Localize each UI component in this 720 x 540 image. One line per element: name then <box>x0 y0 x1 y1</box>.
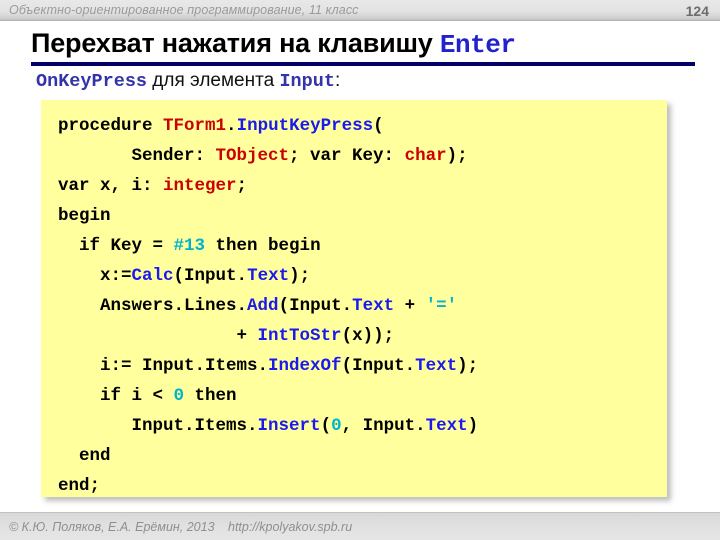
code-token-plain: x:= <box>100 266 132 286</box>
code-token-plain: (Input. <box>341 356 416 376</box>
code-token-fn: IndexOf <box>268 356 342 376</box>
code-token-fn: Add <box>247 296 279 316</box>
code-token-plain: ); <box>457 356 479 376</box>
code-token-plain: (Input. <box>278 296 353 316</box>
code-line: x:=Calc(Input.Text); <box>58 261 478 291</box>
code-token-num: 0 <box>331 416 342 436</box>
code-token-fn: Text <box>415 356 458 376</box>
code-token-plain: ( <box>320 416 332 436</box>
code-token-plain: ; <box>236 176 248 196</box>
code-token-num: #13 <box>173 236 206 256</box>
code-token-plain: ); <box>446 146 468 166</box>
footer-url: http://kpolyakov.spb.ru <box>228 520 353 534</box>
code-token-plain: begin <box>58 206 111 226</box>
code-line: begin <box>58 201 478 231</box>
code-listing: procedure TForm1.InputKeyPress( Sender: … <box>58 111 478 501</box>
code-token-plain: ; var Key: <box>289 146 405 166</box>
subtitle-middle-text: для элемента <box>147 70 280 91</box>
title-underline-rule <box>31 62 695 66</box>
code-token-plain: . <box>226 116 237 136</box>
code-token-fn: Calc <box>131 266 174 286</box>
code-line: i:= Input.Items.IndexOf(Input.Text); <box>58 351 478 381</box>
subtitle-component-name: Input <box>279 71 335 92</box>
code-token-plain: then begin <box>205 236 321 256</box>
code-token-plain: if i < <box>100 386 174 406</box>
code-token-plain: Input.Items. <box>131 416 258 436</box>
subtitle-tail: : <box>334 70 341 91</box>
code-token-fn: Text <box>352 296 395 316</box>
code-line: end <box>58 441 478 471</box>
code-token-type: TForm1 <box>163 116 227 136</box>
code-token-type: char <box>404 146 447 166</box>
page-title-keyword: Enter <box>439 30 516 60</box>
code-line: var x, i: integer; <box>58 171 478 201</box>
code-block: procedure TForm1.InputKeyPress( Sender: … <box>41 100 667 497</box>
code-token-plain: ( <box>373 116 384 136</box>
code-line: procedure TForm1.InputKeyPress( <box>58 111 478 141</box>
code-token-fn: Insert <box>257 416 321 436</box>
code-token-plain: ); <box>289 266 311 286</box>
code-line: Sender: TObject; var Key: char); <box>58 141 478 171</box>
code-token-plain: , Input. <box>341 416 426 436</box>
code-line: Answers.Lines.Add(Input.Text + '=' <box>58 291 478 321</box>
code-token-fn: Text <box>425 416 468 436</box>
subtitle: OnKeyPress для элемента Input: <box>36 70 340 92</box>
course-title: Объектно-ориентированное программировани… <box>9 3 359 17</box>
code-line: Input.Items.Insert(0, Input.Text) <box>58 411 479 441</box>
code-token-plain: then <box>184 386 237 406</box>
code-token-plain: end <box>79 446 111 466</box>
footer-copyright: © К.Ю. Поляков, Е.А. Ерёмин, 2013 <box>9 520 215 534</box>
code-token-plain: Sender: <box>131 146 216 166</box>
subtitle-event-name: OnKeyPress <box>36 71 148 92</box>
page-number: 124 <box>685 3 709 19</box>
code-line: if i < 0 then <box>58 381 478 411</box>
code-line: end; <box>58 471 478 501</box>
code-token-plain: + <box>236 326 258 346</box>
code-token-type: integer <box>163 176 237 196</box>
code-token-plain: (Input. <box>173 266 248 286</box>
code-token-plain: (x)); <box>341 326 395 346</box>
page-title-text: Перехват нажатия на клавишу <box>31 28 440 58</box>
code-token-plain: if Key = <box>79 236 174 256</box>
code-token-type: TObject <box>215 146 290 166</box>
code-token-fn: IntToStr <box>257 326 342 346</box>
code-token-plain: ) <box>467 416 479 436</box>
code-token-plain: end; <box>58 476 101 496</box>
code-token-fn: Text <box>247 266 290 286</box>
code-line: if Key = #13 then begin <box>58 231 478 261</box>
code-token-num: 0 <box>173 386 185 406</box>
code-token-fn: InputKeyPress <box>236 116 374 136</box>
code-line: + IntToStr(x)); <box>58 321 478 351</box>
code-token-plain: + <box>394 296 426 316</box>
code-token-plain: var x, i: <box>58 176 164 196</box>
page-title: Перехват нажатия на клавишу Enter <box>31 28 516 60</box>
code-token-plain: Answers.Lines. <box>100 296 248 316</box>
code-token-plain: procedure <box>58 116 164 136</box>
code-token-str: '=' <box>425 296 458 316</box>
code-token-plain: i:= Input.Items. <box>100 356 269 376</box>
